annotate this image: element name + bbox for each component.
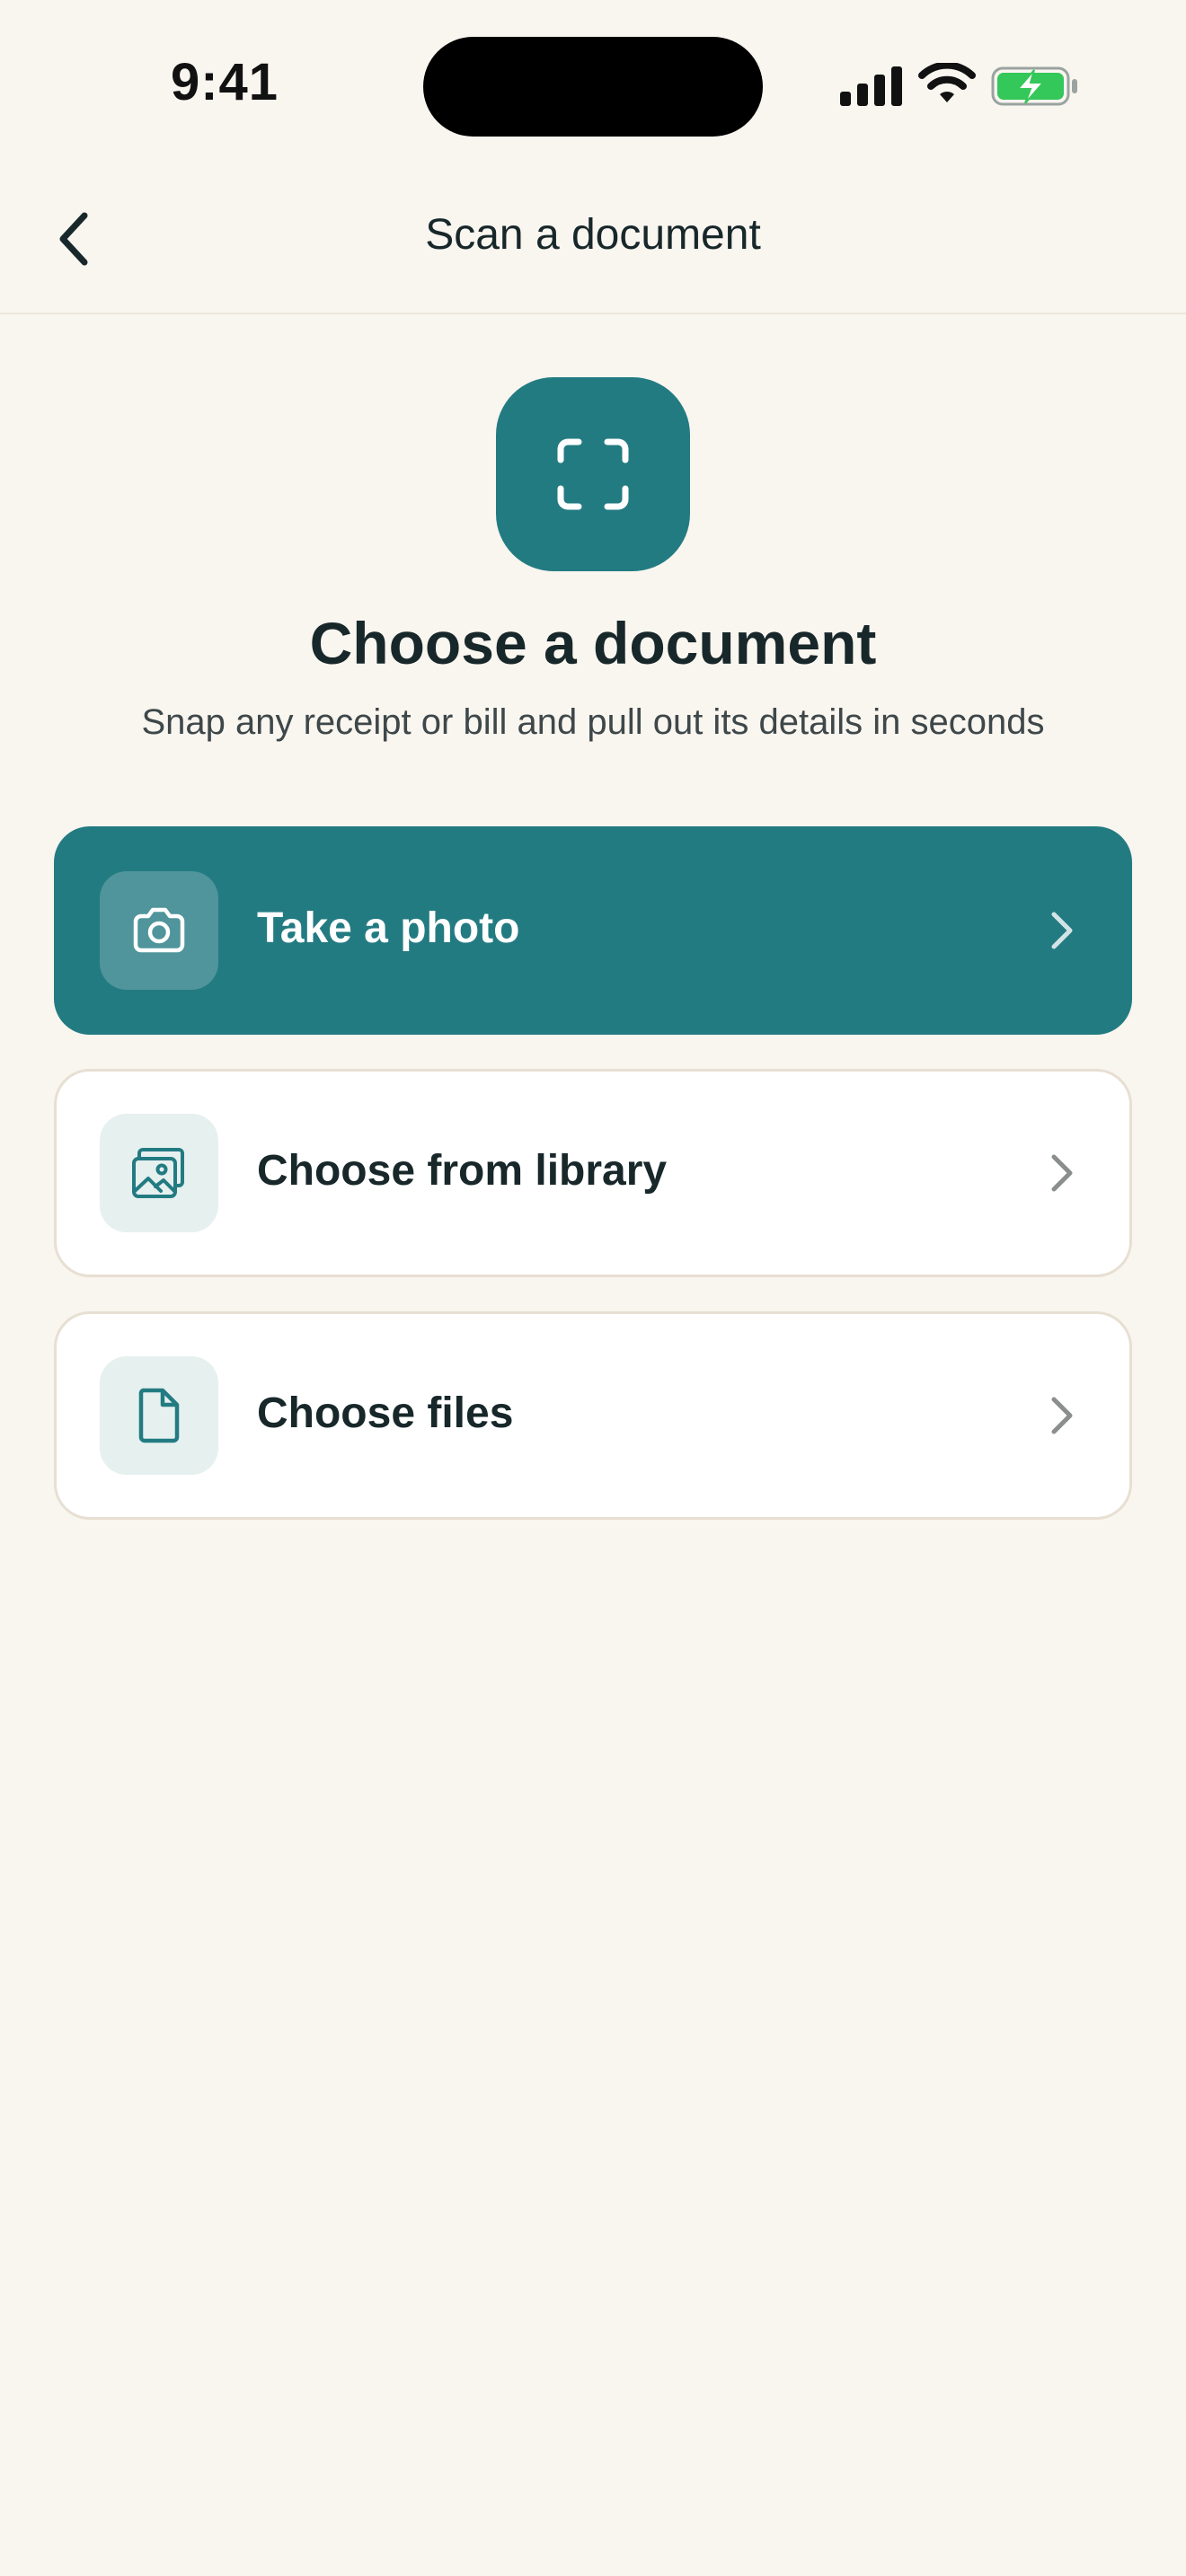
- option-icon-box: [100, 871, 218, 990]
- dynamic-island: [423, 37, 763, 137]
- option-label: Choose files: [257, 1389, 514, 1437]
- scan-frame-icon: [557, 438, 629, 510]
- chevron-right-icon: [1051, 1154, 1073, 1192]
- option-icon-box: [100, 1356, 218, 1475]
- hero-subtitle: Snap any receipt or bill and pull out it…: [141, 702, 1045, 742]
- file-icon: [138, 1388, 180, 1443]
- option-label: Take a photo: [257, 904, 520, 952]
- scan-badge: [496, 377, 690, 571]
- camera-icon: [133, 907, 185, 953]
- page-title: Scan a document: [425, 211, 761, 259]
- image-gallery-icon: [132, 1148, 184, 1198]
- option-label: Choose from library: [257, 1147, 668, 1195]
- navigation-bar: Scan a document: [0, 171, 1186, 314]
- hero-title: Choose a document: [309, 610, 877, 676]
- choose-files-button[interactable]: Choose files: [54, 1311, 1132, 1520]
- wifi-icon: [918, 63, 976, 102]
- take-photo-button[interactable]: Take a photo: [54, 826, 1132, 1035]
- cellular-signal-icon: [840, 66, 902, 106]
- status-bar: 9:41: [0, 0, 1186, 171]
- option-icon-box: [100, 1114, 218, 1232]
- chevron-right-icon: [1051, 1397, 1073, 1434]
- status-time: 9:41: [170, 53, 279, 111]
- battery-charging-icon: [991, 66, 1077, 106]
- chevron-right-icon: [1051, 912, 1073, 949]
- choose-from-library-button[interactable]: Choose from library: [54, 1069, 1132, 1277]
